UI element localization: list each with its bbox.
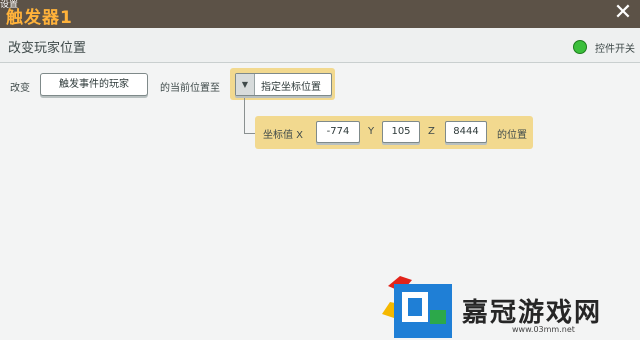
x-coordinate-field[interactable]: -774: [316, 121, 360, 143]
dropdown-value: 指定坐标位置: [261, 82, 321, 93]
coordinate-x-label: 坐标值 X: [263, 130, 304, 141]
watermark-url: www.03mm.net: [512, 325, 575, 334]
close-icon[interactable]: ✕: [612, 2, 634, 24]
position-type-dropdown[interactable]: ▼ 指定坐标位置: [235, 73, 332, 96]
title-bar: 设置 触发器1 ✕: [0, 0, 640, 28]
dropdown-arrow-icon[interactable]: ▼: [236, 74, 255, 95]
watermark-logo-icon: [382, 276, 452, 338]
z-label: Z: [428, 126, 435, 137]
watermark-text: 嘉冠游戏网: [462, 298, 603, 328]
y-label: Y: [368, 126, 375, 137]
change-label: 改变: [10, 83, 30, 94]
target-player-button[interactable]: 触发事件的玩家: [40, 73, 148, 96]
z-coordinate-field[interactable]: 8444: [445, 121, 487, 143]
control-switch-toggle[interactable]: [573, 40, 587, 54]
trigger-header: 改变玩家位置: [0, 28, 640, 63]
connector-line: [244, 98, 245, 134]
control-switch-label: 控件开关: [595, 44, 635, 55]
action-title: 改变玩家位置: [8, 41, 87, 56]
window-title: 触发器1: [6, 8, 73, 28]
y-coordinate-field[interactable]: 105: [382, 121, 420, 143]
position-suffix-label: 的位置: [497, 130, 527, 141]
watermark: 嘉冠游戏网 www.03mm.net: [360, 268, 640, 340]
current-position-label: 的当前位置至: [160, 83, 220, 94]
